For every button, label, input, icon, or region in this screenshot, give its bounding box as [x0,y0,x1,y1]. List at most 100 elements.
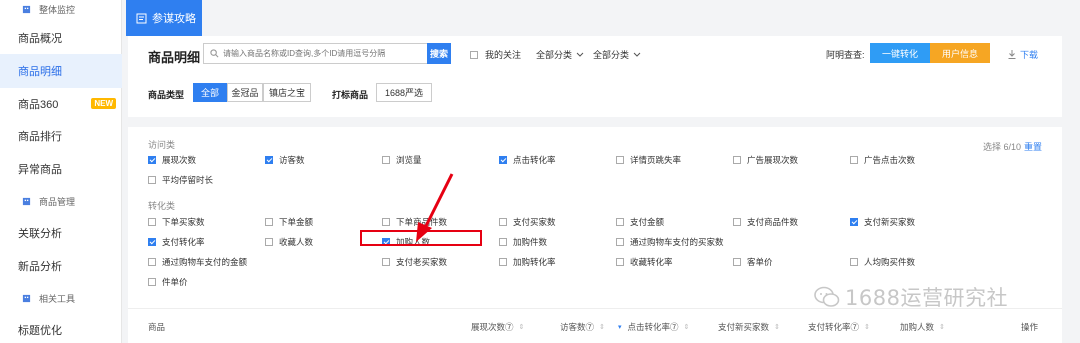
convert-button[interactable]: 一键转化 [870,43,930,63]
checkbox[interactable] [148,176,156,184]
sidebar-item-new-product[interactable]: 新品分析 [0,249,122,283]
sidebar-item-association[interactable]: 关联分析 [0,216,122,250]
metric-option[interactable]: 加购转化率 [499,256,556,268]
checkbox[interactable] [148,218,156,226]
metric-option[interactable]: 通过购物车支付的金额 [148,256,247,268]
tab-strategy[interactable]: 参谋攻略 [126,0,202,36]
download-label: 下载 [1020,50,1039,60]
sidebar-item-product360[interactable]: 商品360 NEW [0,87,122,121]
metric-option[interactable]: 平均停留时长 [148,174,213,186]
metric-option[interactable]: 点击转化率 [499,154,556,166]
download-link[interactable]: 下载 [1008,48,1038,61]
checkbox[interactable] [733,258,741,266]
column-label: 支付新买家数 [718,322,770,332]
metric-option[interactable]: 通过购物车支付的买家数 [616,236,724,248]
metric-option[interactable]: 支付金额 [616,216,664,228]
sidebar-item-tools[interactable]: 相关工具 [0,281,122,315]
sort-icon[interactable]: ⇕ [864,323,870,331]
category-select-1[interactable]: 全部分类 [536,48,584,61]
search-input[interactable] [223,49,450,58]
metric-option[interactable]: 广告展现次数 [733,154,798,166]
sidebar-item-title-optimize[interactable]: 标题优化 [0,313,122,343]
category-select-2[interactable]: 全部分类 [593,48,641,61]
checkbox[interactable] [499,156,507,164]
metric-option[interactable]: 详情页跳失率 [616,154,681,166]
checkbox[interactable] [733,156,741,164]
metric-option[interactable]: 客单价 [733,256,773,268]
category-gold[interactable]: 金冠品 [227,83,263,102]
sort-down-icon[interactable]: ▾ [618,323,622,331]
metric-option[interactable]: 支付新买家数 [850,216,915,228]
building-icon [22,294,31,302]
checkbox[interactable] [265,156,273,164]
download-icon [1008,50,1016,59]
checkbox[interactable] [733,218,741,226]
column-header[interactable]: 加购人数 ⇕ [900,321,945,333]
column-header[interactable]: 支付转化率⑦ ⇕ [808,321,870,333]
checkbox[interactable] [499,218,507,226]
metric-option[interactable]: 收藏转化率 [616,256,673,268]
category-treasure[interactable]: 镇店之宝 [263,83,311,102]
checkbox[interactable] [850,258,858,266]
checkbox[interactable] [148,278,156,286]
sidebar-item-product-manage[interactable]: 商品管理 [0,184,122,218]
checkbox[interactable] [265,238,273,246]
checkbox[interactable] [499,258,507,266]
metric-option[interactable]: 件单价 [148,276,188,288]
checkbox[interactable] [382,218,390,226]
search-button[interactable]: 搜索 [427,43,451,64]
metric-option[interactable]: 广告点击次数 [850,154,915,166]
metric-option[interactable]: 支付商品件数 [733,216,798,228]
metric-option[interactable]: 加购件数 [499,236,547,248]
metric-option[interactable]: 下单金额 [265,216,313,228]
sort-icon[interactable]: ⇕ [519,323,525,331]
sort-icon[interactable]: ⇕ [684,323,690,331]
checkbox[interactable] [616,156,624,164]
metric-option[interactable]: 支付转化率 [148,236,205,248]
sidebar-item-ranking[interactable]: 商品排行 [0,119,122,153]
metric-option[interactable]: 支付买家数 [499,216,556,228]
sort-icon[interactable]: ⇕ [774,323,780,331]
checkbox[interactable] [148,156,156,164]
checkbox[interactable] [616,238,624,246]
sort-icon[interactable]: ⇕ [599,323,605,331]
reset-link[interactable]: 重置 [1024,142,1042,152]
metric-option[interactable]: 下单买家数 [148,216,205,228]
checkbox[interactable] [265,218,273,226]
metric-option[interactable]: 浏览量 [382,154,422,166]
metric-label: 详情页跳失率 [630,155,682,165]
checkbox[interactable] [382,258,390,266]
checkbox[interactable] [850,156,858,164]
sidebar-item-abnormal[interactable]: 异常商品 [0,152,122,186]
column-header[interactable]: ▾ 点击转化率⑦ ⇕ [618,321,689,333]
checkbox[interactable] [499,238,507,246]
tag-yanxuan[interactable]: 1688严选 [376,83,432,102]
metric-label: 支付商品件数 [747,217,799,227]
checkbox[interactable] [148,238,156,246]
metric-option[interactable]: 访客数 [265,154,305,166]
metric-option[interactable]: 人均购买件数 [850,256,915,268]
my-follow-checkbox[interactable] [470,50,478,59]
sidebar-item-detail[interactable]: 商品明细 [0,54,122,88]
metric-option[interactable]: 收藏人数 [265,236,313,248]
checkbox[interactable] [616,218,624,226]
building-icon [22,197,31,205]
my-follow-toggle[interactable]: 我的关注 [470,48,521,61]
sort-icon[interactable]: ⇕ [939,323,945,331]
checkbox[interactable] [850,218,858,226]
tab-label: 参谋攻略 [152,13,196,25]
sidebar-item-overview[interactable]: 商品概况 [0,21,122,55]
checkbox[interactable] [382,156,390,164]
metric-label: 广告展现次数 [747,155,799,165]
column-header[interactable]: 访客数⑦ ⇕ [560,321,605,333]
checkbox[interactable] [616,258,624,266]
category-all[interactable]: 全部 [193,83,227,102]
metric-label: 支付新买家数 [864,217,916,227]
metric-option[interactable]: 展现次数 [148,154,196,166]
column-header[interactable]: 展现次数⑦ ⇕ [471,321,524,333]
column-header[interactable]: 支付新买家数 ⇕ [718,321,780,333]
user-info-button[interactable]: 用户信息 [930,43,990,63]
tab-bar: 参谋攻略 [122,0,1080,36]
metric-option[interactable]: 支付老买家数 [382,256,447,268]
checkbox[interactable] [148,258,156,266]
